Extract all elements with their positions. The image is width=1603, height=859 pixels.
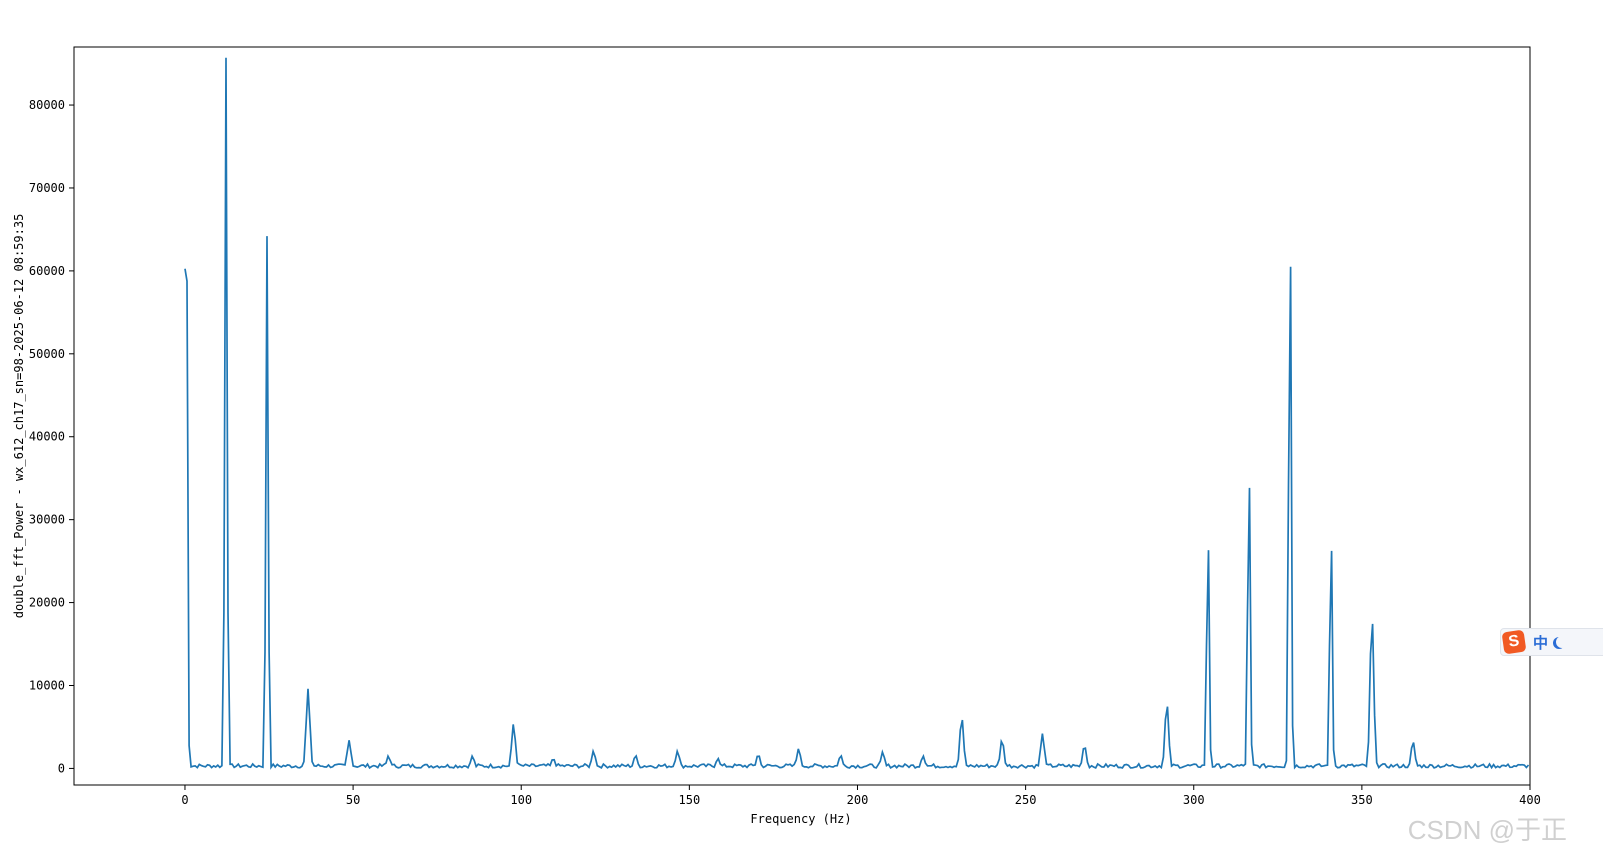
x-tick-label: 200 bbox=[847, 793, 869, 807]
y-tick-label: 20000 bbox=[29, 596, 65, 610]
series-line bbox=[184, 57, 1530, 770]
x-tick-label: 400 bbox=[1519, 793, 1541, 807]
x-tick-label: 300 bbox=[1183, 793, 1205, 807]
csdn-watermark: CSDN @于正 bbox=[1407, 815, 1567, 845]
y-tick-label: 10000 bbox=[29, 678, 65, 692]
y-axis-label: double_fft_Power - wx_612_ch17_sn=98-202… bbox=[12, 214, 26, 619]
y-tick-label: 60000 bbox=[29, 264, 65, 278]
x-axis-ticks: 0 50 100 150 200 250 300 350 400 bbox=[181, 785, 1541, 807]
ime-toolbar[interactable]: S 中 bbox=[1500, 628, 1603, 656]
sogou-logo-icon[interactable]: S bbox=[1501, 629, 1527, 655]
y-axis-ticks: 0 10000 20000 30000 40000 50000 60000 70000 8000… bbox=[29, 98, 74, 775]
y-tick-label: 40000 bbox=[29, 430, 65, 444]
y-tick-label: 80000 bbox=[29, 98, 65, 112]
ime-language-toggle[interactable]: 中 bbox=[1533, 632, 1548, 653]
y-tick-label: 30000 bbox=[29, 513, 65, 527]
y-tick-label: 0 bbox=[58, 761, 65, 775]
x-tick-label: 50 bbox=[346, 793, 360, 807]
x-tick-label: 100 bbox=[510, 793, 532, 807]
x-tick-label: 0 bbox=[181, 793, 188, 807]
x-tick-label: 250 bbox=[1015, 793, 1037, 807]
x-tick-label: 150 bbox=[679, 793, 701, 807]
plot-frame bbox=[73, 46, 1531, 786]
fft-power-chart: 0 10000 20000 30000 40000 50000 60000 70000 8000… bbox=[12, 46, 1541, 826]
x-axis-label: Frequency (Hz) bbox=[750, 812, 851, 826]
moon-icon[interactable] bbox=[1556, 636, 1568, 648]
x-tick-label: 350 bbox=[1351, 793, 1373, 807]
y-tick-label: 70000 bbox=[29, 181, 65, 195]
y-tick-label: 50000 bbox=[29, 347, 65, 361]
